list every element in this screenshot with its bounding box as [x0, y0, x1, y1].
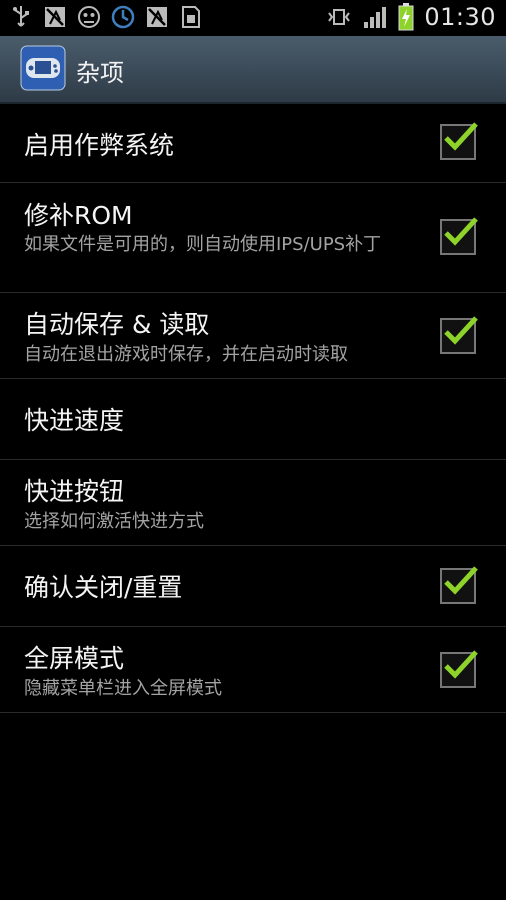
action-bar: 杂项 — [0, 36, 506, 104]
page-title: 杂项 — [76, 59, 124, 87]
checkmark-icon — [444, 566, 478, 595]
setting-title: 修补ROM — [24, 201, 133, 230]
setting-fast-forward-button[interactable]: 快进按钮 选择如何激活快进方式 — [0, 460, 506, 546]
clock: 01:30 — [424, 3, 496, 31]
checkmark-icon — [444, 650, 478, 679]
setting-title: 启用作弊系统 — [24, 131, 175, 160]
patch-rom-checkbox[interactable] — [440, 217, 478, 255]
usb-icon — [13, 6, 29, 27]
fullscreen-mode-checkbox[interactable] — [440, 650, 478, 688]
android-bug-icon — [78, 6, 100, 28]
sync-icon — [111, 5, 135, 29]
signal-icon — [364, 7, 387, 28]
setting-enable-cheats[interactable]: 启用作弊系统 — [0, 104, 506, 183]
setting-fast-forward-speed[interactable]: 快进速度 — [0, 379, 506, 460]
setting-fullscreen-mode[interactable]: 全屏模式 隐藏菜单栏进入全屏模式 — [0, 627, 506, 713]
no-sim-icon — [45, 7, 65, 27]
setting-summary: 选择如何激活快进方式 — [24, 511, 204, 532]
setting-title: 确认关闭/重置 — [24, 573, 183, 602]
confirm-close-reset-checkbox[interactable] — [440, 566, 478, 604]
gba-emulator-icon[interactable] — [20, 45, 66, 91]
auto-save-load-checkbox[interactable] — [440, 316, 478, 354]
notification-icons — [8, 4, 204, 30]
setting-auto-save-load[interactable]: 自动保存 & 读取 自动在退出游戏时保存，并在启动时读取 — [0, 293, 506, 379]
status-bar: 01:30 — [0, 0, 506, 36]
checkmark-icon — [444, 217, 478, 246]
settings-list: 启用作弊系统 修补ROM 如果文件是可用的，则自动使用IPS/UPS补丁 自动保… — [0, 104, 506, 713]
vibrate-mute-icon — [328, 9, 351, 25]
setting-title: 全屏模式 — [24, 644, 125, 673]
no-sim-icon — [147, 7, 167, 27]
setting-confirm-close-reset[interactable]: 确认关闭/重置 — [0, 546, 506, 627]
setting-patch-rom[interactable]: 修补ROM 如果文件是可用的，则自动使用IPS/UPS补丁 — [0, 183, 506, 293]
checkmark-icon — [444, 316, 478, 345]
setting-title: 自动保存 & 读取 — [24, 310, 210, 339]
sd-card-icon — [182, 6, 200, 28]
battery-charging-icon — [398, 3, 414, 31]
setting-summary: 自动在退出游戏时保存，并在启动时读取 — [24, 344, 348, 365]
setting-title: 快进速度 — [24, 406, 125, 435]
setting-summary: 如果文件是可用的，则自动使用IPS/UPS补丁 — [24, 234, 382, 255]
setting-title: 快进按钮 — [24, 477, 125, 506]
system-icons: 01:30 — [326, 3, 496, 31]
enable-cheats-checkbox[interactable] — [440, 122, 478, 160]
checkmark-icon — [444, 122, 478, 151]
setting-summary: 隐藏菜单栏进入全屏模式 — [24, 678, 222, 699]
